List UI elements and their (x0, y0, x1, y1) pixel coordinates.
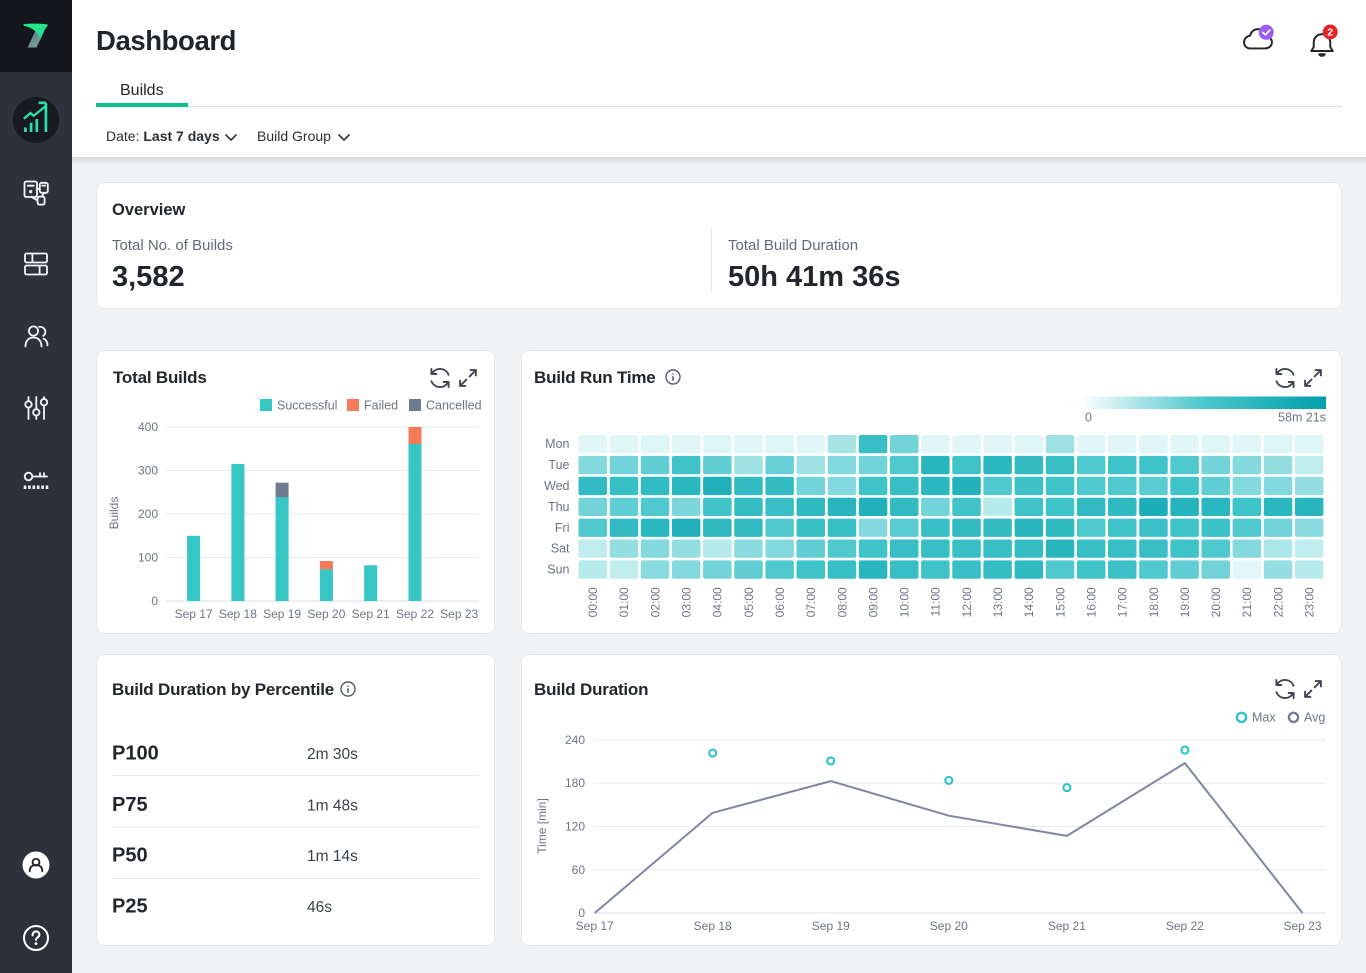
svg-text:Avg: Avg (1304, 711, 1325, 725)
svg-text:14:00: 14:00 (1022, 587, 1036, 617)
svg-text:19:00: 19:00 (1178, 587, 1192, 617)
svg-text:Time [min]: Time [min] (535, 798, 549, 854)
svg-text:Sun: Sun (547, 563, 569, 577)
svg-text:08:00: 08:00 (835, 587, 849, 617)
svg-text:00:00: 00:00 (586, 587, 600, 617)
svg-text:10:00: 10:00 (898, 587, 912, 617)
svg-text:1m 48s: 1m 48s (307, 798, 358, 815)
svg-text:60: 60 (572, 863, 586, 877)
svg-text:300: 300 (138, 464, 158, 478)
svg-text:Sep 21: Sep 21 (1048, 919, 1086, 933)
svg-text:Sep 20: Sep 20 (930, 919, 968, 933)
svg-text:Sep 19: Sep 19 (812, 919, 850, 933)
svg-text:Thu: Thu (548, 500, 570, 514)
svg-text:Tue: Tue (548, 458, 569, 472)
svg-text:05:00: 05:00 (742, 587, 756, 617)
svg-text:Max: Max (1252, 711, 1276, 725)
svg-text:Sep 19: Sep 19 (263, 607, 301, 621)
svg-text:17:00: 17:00 (1116, 587, 1130, 617)
svg-text:Sep 21: Sep 21 (352, 607, 390, 621)
svg-text:400: 400 (138, 420, 158, 434)
svg-text:Failed: Failed (364, 399, 398, 413)
svg-text:04:00: 04:00 (711, 587, 725, 617)
svg-text:1m 14s: 1m 14s (307, 848, 358, 865)
svg-text:P75: P75 (112, 794, 148, 816)
svg-text:13:00: 13:00 (991, 587, 1005, 617)
svg-text:Sep 23: Sep 23 (440, 607, 478, 621)
svg-text:180: 180 (565, 776, 585, 790)
svg-text:P50: P50 (112, 845, 148, 867)
svg-text:Sep 17: Sep 17 (576, 919, 614, 933)
svg-text:11:00: 11:00 (929, 587, 943, 616)
svg-text:09:00: 09:00 (866, 587, 880, 617)
svg-text:P100: P100 (112, 743, 159, 765)
svg-text:Mon: Mon (545, 437, 569, 451)
svg-text:P25: P25 (112, 896, 148, 918)
svg-text:2: 2 (1327, 27, 1333, 39)
svg-text:Sep 22: Sep 22 (396, 607, 434, 621)
svg-text:Sep 17: Sep 17 (175, 607, 213, 621)
svg-text:20:00: 20:00 (1209, 587, 1223, 617)
svg-text:21:00: 21:00 (1240, 587, 1254, 617)
svg-text:12:00: 12:00 (960, 587, 974, 617)
svg-text:240: 240 (565, 733, 585, 747)
svg-text:07:00: 07:00 (804, 587, 818, 617)
svg-text:Sep 22: Sep 22 (1166, 919, 1204, 933)
svg-text:06:00: 06:00 (773, 587, 787, 617)
svg-text:Sep 23: Sep 23 (1283, 919, 1321, 933)
svg-text:18:00: 18:00 (1147, 587, 1161, 617)
svg-text:0: 0 (1085, 411, 1092, 425)
svg-text:120: 120 (565, 820, 585, 834)
svg-text:02:00: 02:00 (648, 587, 662, 617)
svg-text:Fri: Fri (555, 521, 570, 535)
svg-text:23:00: 23:00 (1303, 587, 1317, 617)
svg-text:22:00: 22:00 (1271, 587, 1285, 617)
svg-text:0: 0 (151, 594, 158, 608)
svg-text:100: 100 (138, 551, 158, 565)
svg-text:16:00: 16:00 (1085, 587, 1099, 617)
svg-text:03:00: 03:00 (680, 587, 694, 617)
svg-text:2m 30s: 2m 30s (307, 746, 358, 763)
svg-text:01:00: 01:00 (617, 587, 631, 617)
svg-text:46s: 46s (307, 899, 332, 916)
svg-text:200: 200 (138, 507, 158, 521)
svg-text:Sep 18: Sep 18 (219, 607, 257, 621)
svg-text:0: 0 (578, 906, 585, 920)
svg-text:Sat: Sat (551, 542, 570, 556)
svg-text:Cancelled: Cancelled (426, 399, 482, 413)
svg-text:Builds: Builds (107, 497, 121, 530)
svg-text:Wed: Wed (544, 479, 570, 493)
svg-text:Sep 18: Sep 18 (694, 919, 732, 933)
svg-text:58m 21s: 58m 21s (1278, 411, 1326, 425)
svg-text:Successful: Successful (277, 399, 337, 413)
svg-text:Sep 20: Sep 20 (307, 607, 345, 621)
svg-text:15:00: 15:00 (1053, 587, 1067, 617)
